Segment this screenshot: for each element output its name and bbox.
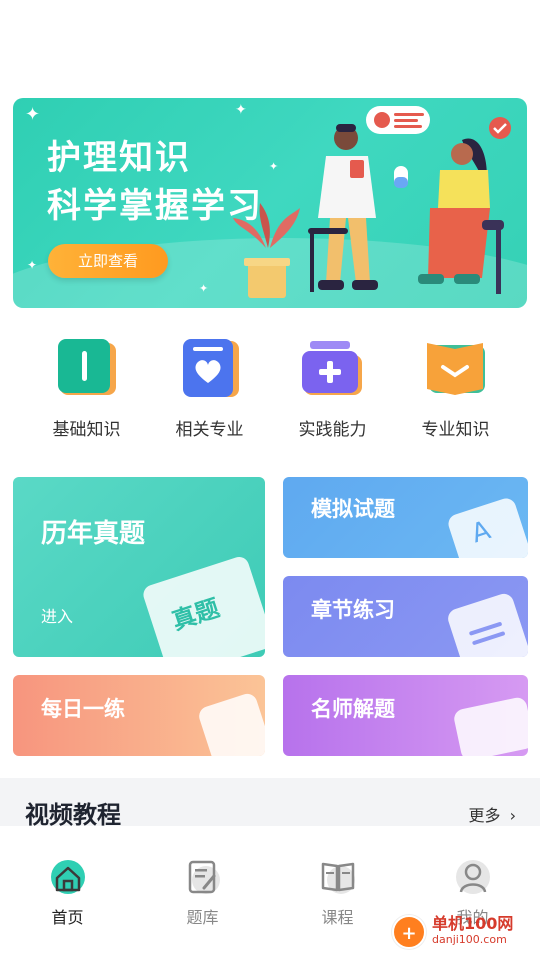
category-basic-knowledge[interactable]: 基础知识: [25, 335, 148, 445]
watermark-name: 单机100网: [432, 914, 514, 933]
heart-card-icon: [177, 335, 243, 401]
mock-exam-card[interactable]: 模拟试题 A: [283, 477, 528, 558]
home-icon: [49, 858, 87, 896]
pen-paper-icon: [196, 691, 265, 756]
history-exam-title: 历年真题: [41, 519, 146, 549]
exam-paper-icon: 真题: [140, 554, 265, 657]
category-professional-knowledge[interactable]: 专业知识: [394, 335, 517, 445]
category-label: 相关专业: [175, 420, 244, 440]
enter-label: 进入: [41, 607, 74, 626]
watermark-logo-icon: +: [392, 915, 426, 949]
course-icon: [319, 858, 357, 896]
site-watermark: + 单机100网 danji100.com: [392, 915, 513, 949]
chevron-right-icon: ›: [509, 806, 516, 825]
book-icon: [54, 335, 120, 401]
graduation-cap-icon: [452, 695, 528, 756]
nurse-patient-illustration: [233, 106, 511, 298]
more-link[interactable]: 更多 ›: [468, 802, 516, 826]
promo-banner[interactable]: ✦ ✦ ✦ ✦ ✦ 护理知识 科学掌握学习 立即查看: [13, 98, 527, 308]
tab-home[interactable]: 首页: [0, 826, 135, 960]
teacher-solution-title: 名师解题: [311, 697, 395, 721]
video-tutorial-title: 视频教程: [25, 801, 121, 829]
open-book-icon: [423, 335, 489, 401]
category-grid: 基础知识 相关专业 实践能力 专业知识: [0, 335, 540, 445]
chapter-practice-card[interactable]: 章节练习: [283, 576, 528, 657]
mock-exam-title: 模拟试题: [311, 497, 395, 521]
question-bank-icon: [184, 858, 222, 896]
tab-question-bank[interactable]: 题库: [135, 826, 270, 960]
category-label: 实践能力: [298, 420, 367, 440]
tab-label: 题库: [186, 908, 219, 927]
profile-icon: [454, 858, 492, 896]
answer-sheet-label: A: [468, 515, 495, 550]
category-practice-ability[interactable]: 实践能力: [271, 335, 394, 445]
view-now-button[interactable]: 立即查看: [48, 244, 168, 278]
category-label: 专业知识: [421, 420, 490, 440]
category-related-major[interactable]: 相关专业: [148, 335, 271, 445]
category-label: 基础知识: [52, 420, 121, 440]
daily-practice-title: 每日一练: [41, 697, 125, 721]
chapter-practice-title: 章节练习: [311, 598, 395, 622]
watermark-url: danji100.com: [432, 933, 507, 946]
sparkle-icon: ✦: [199, 282, 209, 295]
answer-sheet-icon: A: [445, 495, 528, 558]
document-icon: [445, 591, 528, 657]
daily-practice-card[interactable]: 每日一练: [13, 675, 265, 756]
more-label: 更多: [468, 806, 501, 825]
medical-kit-icon: [300, 335, 366, 401]
sparkle-icon: ✦: [25, 104, 41, 125]
tab-label: 首页: [51, 908, 84, 927]
sparkle-icon: ✦: [27, 258, 38, 272]
exam-paper-label: 真题: [168, 593, 223, 636]
teacher-solution-card[interactable]: 名师解题: [283, 675, 528, 756]
history-exam-card[interactable]: 历年真题 进入 真题: [13, 477, 265, 657]
tab-course[interactable]: 课程: [270, 826, 405, 960]
tab-label: 课程: [321, 908, 354, 927]
